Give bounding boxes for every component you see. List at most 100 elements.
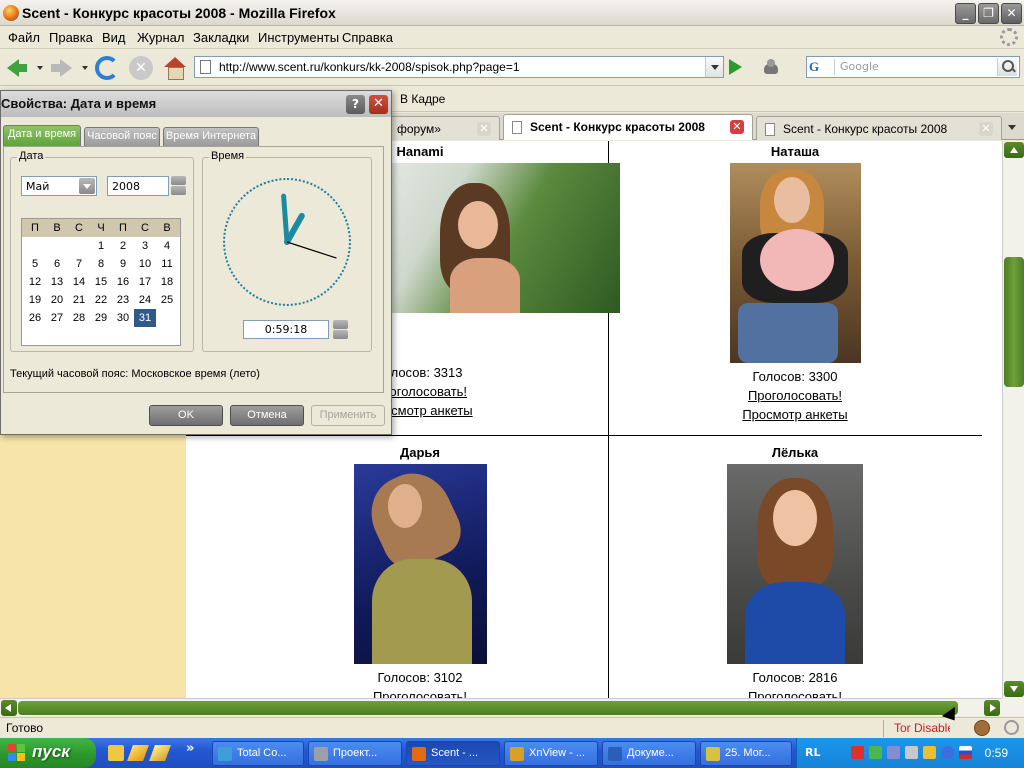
back-history-dropdown[interactable] <box>37 66 43 70</box>
quicklaunch-lightning-icon[interactable] <box>149 745 171 761</box>
menu-edit[interactable]: Правка <box>49 30 93 45</box>
calendar-day[interactable]: 1 <box>90 237 112 255</box>
forward-history-dropdown[interactable] <box>82 66 88 70</box>
taskbar-item[interactable]: Проект... <box>308 741 402 766</box>
stepper-up-icon[interactable] <box>171 176 186 185</box>
calendar-day[interactable]: 18 <box>156 273 178 291</box>
calendar-day[interactable]: 14 <box>68 273 90 291</box>
calendar-day-selected[interactable]: 31 <box>134 309 156 327</box>
calendar-day[interactable]: 19 <box>24 291 46 309</box>
menu-help[interactable]: Справка <box>342 30 393 45</box>
calendar-day[interactable]: 9 <box>112 255 134 273</box>
contestant-photo[interactable] <box>727 464 863 664</box>
calendar-day[interactable]: 3 <box>134 237 156 255</box>
dialog-close-button[interactable]: ✕ <box>369 95 388 114</box>
stop-icon[interactable]: ✕ <box>129 56 153 80</box>
back-arrow-icon[interactable] <box>5 56 29 80</box>
tab-date-time[interactable]: Дата и время <box>3 125 81 146</box>
calendar-day[interactable]: 27 <box>46 309 68 327</box>
tab-scent[interactable]: Scent - Конкурс красоты 2008 ✕ <box>756 116 1002 140</box>
calendar-day[interactable]: 30 <box>112 309 134 327</box>
quicklaunch-folder-icon[interactable] <box>108 745 124 761</box>
tray-russia-flag-icon[interactable] <box>959 746 972 759</box>
extension-icon[interactable] <box>762 58 780 76</box>
contestant-photo[interactable] <box>370 163 620 313</box>
vote-link[interactable]: Проголосовать! <box>645 687 945 698</box>
tab-internet-time[interactable]: Время Интернета <box>163 127 259 146</box>
greasemonkey-icon[interactable] <box>974 720 990 736</box>
address-url[interactable]: http://www.scent.ru/konkurs/kk-2008/spis… <box>219 60 520 74</box>
go-arrow-icon[interactable] <box>729 59 742 75</box>
taskbar-item[interactable]: XnView - ... <box>504 741 598 766</box>
menu-bookmarks[interactable]: Закладки <box>193 30 249 45</box>
calendar-day[interactable]: 20 <box>46 291 68 309</box>
calendar-day[interactable]: 10 <box>134 255 156 273</box>
tray-app-icon[interactable] <box>905 746 918 759</box>
address-dropdown-button[interactable] <box>705 57 723 77</box>
scroll-right-button[interactable] <box>984 700 1000 716</box>
tab-list-dropdown[interactable] <box>1002 117 1022 137</box>
language-indicator[interactable]: RL <box>805 746 820 759</box>
tray-clock[interactable]: 0:59 <box>985 746 1008 760</box>
calendar-day[interactable]: 22 <box>90 291 112 309</box>
help-button[interactable]: ? <box>346 95 365 114</box>
calendar-day[interactable]: 13 <box>46 273 68 291</box>
calendar-day[interactable]: 2 <box>112 237 134 255</box>
calendar-day[interactable]: 12 <box>24 273 46 291</box>
time-input[interactable]: 0:59:18 <box>243 320 329 339</box>
taskbar-item-firefox[interactable]: Scent - ... <box>406 741 500 766</box>
close-window-button[interactable]: ✕ <box>1001 3 1022 24</box>
stepper-up-icon[interactable] <box>333 320 348 329</box>
search-input[interactable]: Google <box>840 60 879 73</box>
calendar-day[interactable]: 11 <box>156 255 178 273</box>
tray-p-icon[interactable] <box>941 746 954 759</box>
calendar-grid[interactable]: ПВСЧПСВ 1 2 3 4 5 6 7 8 9 10 11 12 13 14 15 16 17 18 19 20 2… <box>21 218 181 346</box>
menu-history[interactable]: Журнал <box>137 30 184 45</box>
horizontal-scrollbar[interactable] <box>0 698 1002 716</box>
calendar-day[interactable]: 6 <box>46 255 68 273</box>
tray-kaspersky-icon[interactable] <box>851 746 864 759</box>
scroll-up-button[interactable] <box>1004 142 1024 158</box>
vertical-scroll-thumb[interactable] <box>1004 257 1024 387</box>
menu-tools[interactable]: Инструменты <box>258 30 339 45</box>
contestant-photo[interactable] <box>353 464 487 664</box>
tab-timezone[interactable]: Часовой пояс <box>84 127 160 146</box>
calendar-day[interactable]: 16 <box>112 273 134 291</box>
tab-close-icon[interactable]: ✕ <box>979 122 993 136</box>
calendar-day[interactable]: 17 <box>134 273 156 291</box>
blocker-icon[interactable] <box>1004 720 1019 735</box>
calendar-day[interactable]: 4 <box>156 237 178 255</box>
tab-scent-active[interactable]: Scent - Конкурс красоты 2008 ✕ <box>503 114 753 140</box>
calendar-day[interactable]: 25 <box>156 291 178 309</box>
menu-view[interactable]: Вид <box>102 30 126 45</box>
reload-icon[interactable] <box>95 56 119 80</box>
tor-status-button[interactable]: Tor Disabled <box>894 721 950 735</box>
contestant-photo[interactable] <box>729 163 861 363</box>
calendar-day[interactable]: 7 <box>68 255 90 273</box>
address-bar[interactable]: http://www.scent.ru/konkurs/kk-2008/spis… <box>194 56 724 78</box>
horizontal-scroll-thumb[interactable] <box>18 701 958 715</box>
tray-app-icon[interactable] <box>923 746 936 759</box>
home-icon[interactable] <box>163 56 187 80</box>
start-button[interactable]: пуск <box>0 738 96 768</box>
tray-network-icon[interactable] <box>869 746 882 759</box>
ok-button[interactable]: OK <box>149 405 223 426</box>
search-box[interactable]: G Google <box>806 56 1020 78</box>
vote-link[interactable]: Проголосовать! <box>270 687 570 698</box>
vertical-scrollbar[interactable] <box>1002 141 1024 698</box>
vote-link[interactable]: Проголосовать! <box>645 386 945 405</box>
calendar-day[interactable]: 8 <box>90 255 112 273</box>
cancel-button[interactable]: Отмена <box>230 405 304 426</box>
tab-close-icon[interactable]: ✕ <box>477 122 491 136</box>
tab-forum[interactable]: форум» ✕ <box>388 116 500 140</box>
maximize-button[interactable]: ❐ <box>978 3 999 24</box>
scroll-left-button[interactable] <box>1 700 17 716</box>
calendar-day[interactable]: 28 <box>68 309 90 327</box>
year-stepper[interactable] <box>171 176 186 196</box>
taskbar-item[interactable]: 25. Мог... <box>700 741 792 766</box>
tab-close-icon[interactable]: ✕ <box>730 120 744 134</box>
search-engine-button[interactable]: G <box>809 59 835 75</box>
month-select[interactable]: Май <box>21 176 97 196</box>
view-profile-link[interactable]: Просмотр анкеты <box>645 405 945 424</box>
calendar-day[interactable]: 29 <box>90 309 112 327</box>
